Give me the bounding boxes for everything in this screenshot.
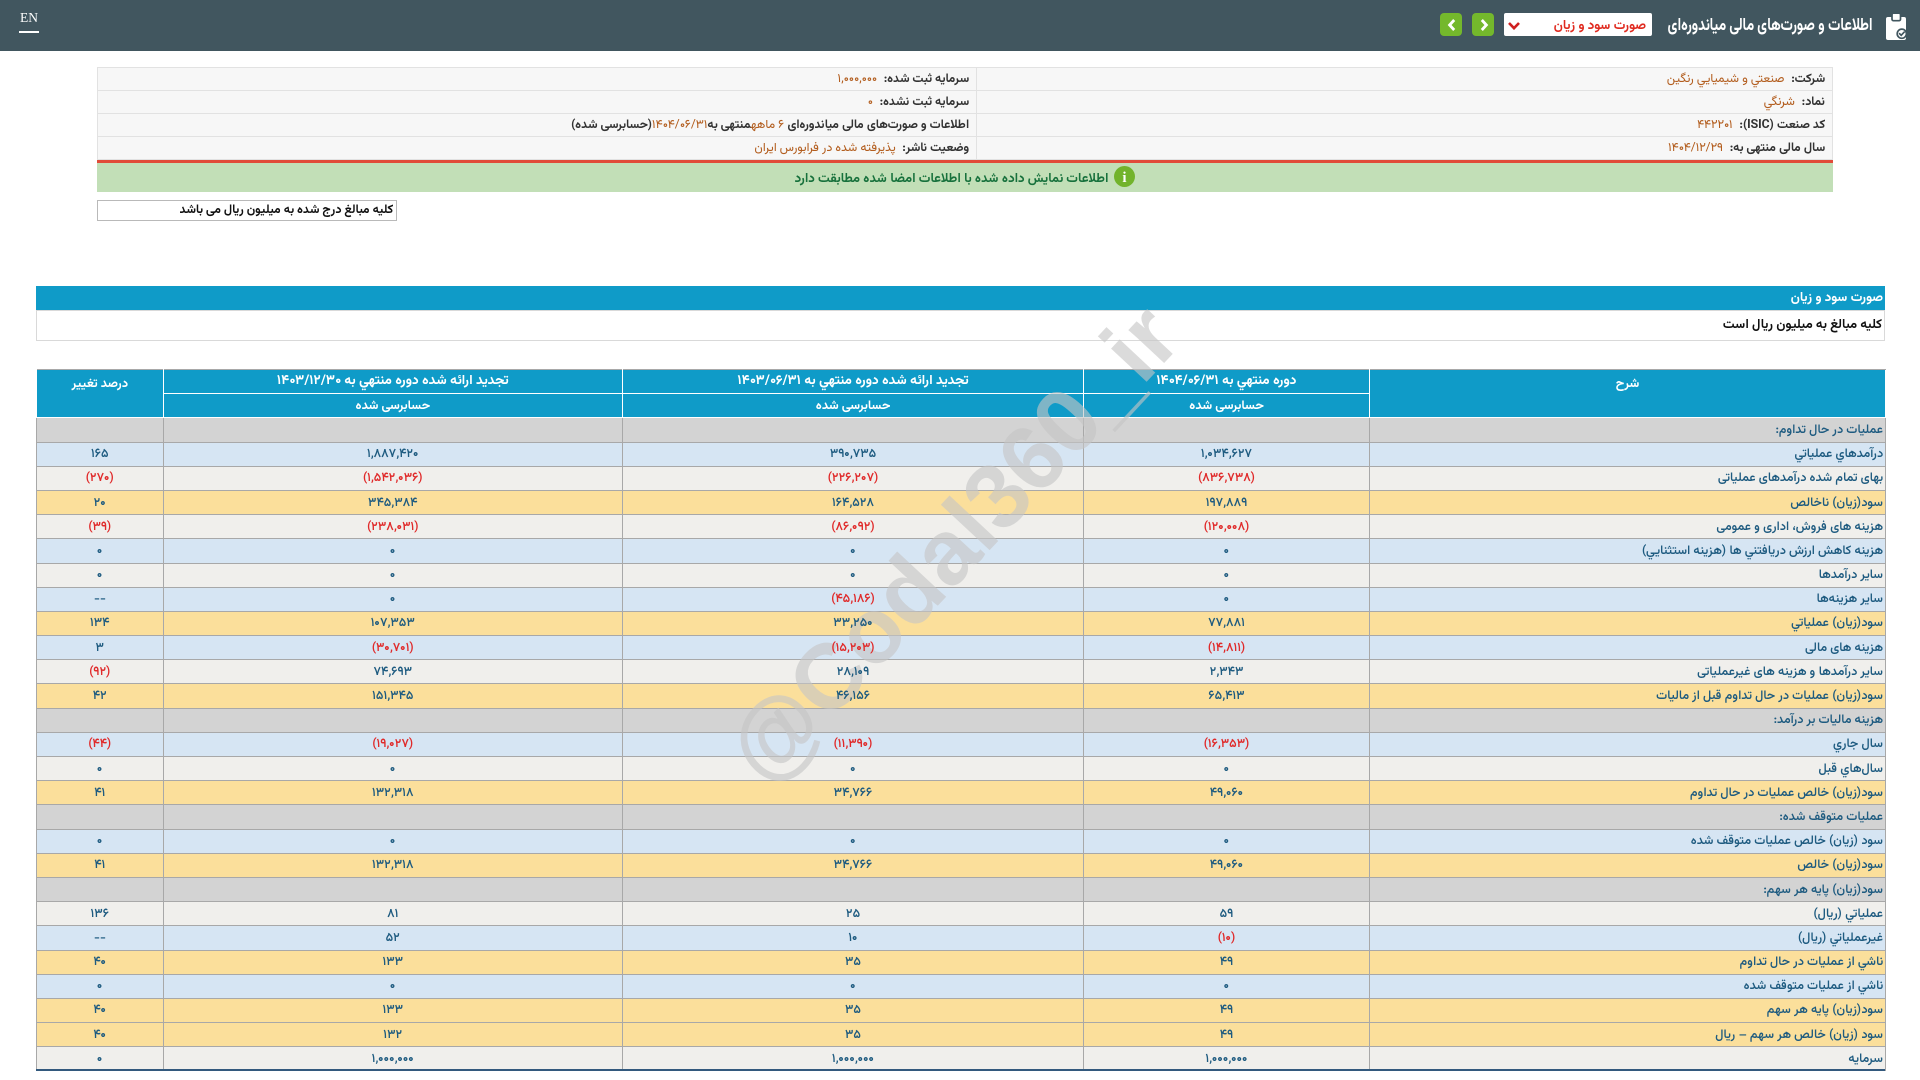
svg-text:i: i [1123, 170, 1127, 186]
